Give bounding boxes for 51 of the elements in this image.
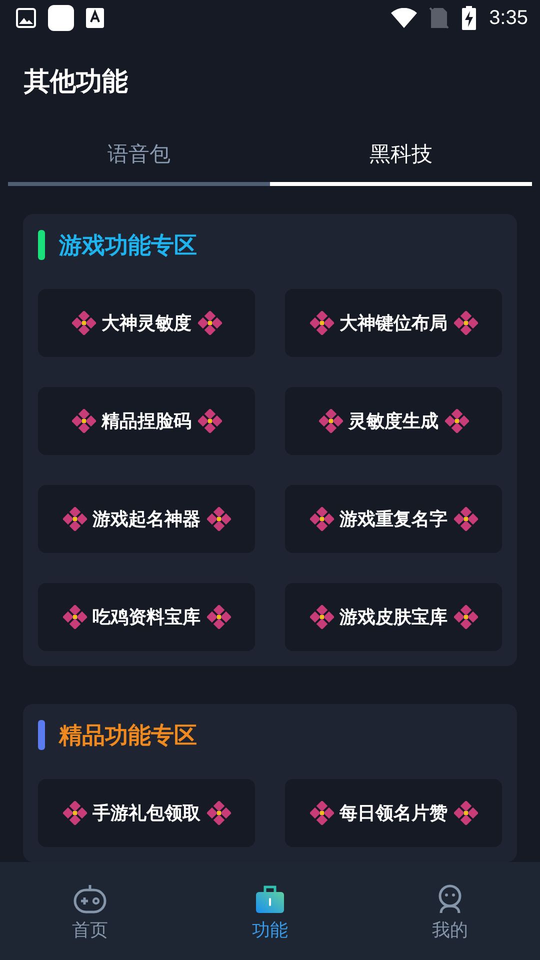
flower-icon bbox=[454, 311, 478, 335]
flower-icon bbox=[62, 605, 86, 629]
feature-button[interactable]: 手游礼包领取 bbox=[38, 779, 255, 847]
briefcase-icon bbox=[255, 884, 285, 914]
flower-icon bbox=[310, 311, 334, 335]
nav-item[interactable]: 功能 bbox=[180, 862, 360, 960]
feature-button[interactable]: 游戏重复名字 bbox=[285, 485, 502, 553]
flower-icon bbox=[206, 507, 230, 531]
feature-button[interactable]: 大神灵敏度 bbox=[38, 289, 255, 357]
feature-button[interactable]: 吃鸡资料宝库 bbox=[38, 583, 255, 651]
flower-icon bbox=[310, 801, 334, 825]
page-title: 其他功能 bbox=[23, 66, 129, 99]
nav-label: 功能 bbox=[252, 919, 288, 942]
flower-icon bbox=[454, 801, 478, 825]
square-icon bbox=[48, 5, 74, 31]
flower-icon bbox=[198, 409, 222, 433]
flower-icon bbox=[310, 605, 334, 629]
nav-label: 我的 bbox=[432, 919, 468, 942]
feature-button[interactable]: 每日领名片赞 bbox=[285, 779, 502, 847]
flower-icon bbox=[72, 409, 96, 433]
gamepad-icon bbox=[73, 884, 107, 914]
section-title: 游戏功能专区 bbox=[59, 232, 197, 260]
flower-icon bbox=[318, 409, 342, 433]
battery-charging-icon bbox=[461, 6, 478, 30]
flower-icon bbox=[62, 801, 86, 825]
no-sim-icon bbox=[429, 7, 450, 29]
flower-icon bbox=[62, 507, 86, 531]
feature-button[interactable]: 灵敏度生成 bbox=[285, 387, 502, 455]
flower-icon bbox=[444, 409, 468, 433]
section-title: 精品功能专区 bbox=[59, 722, 197, 750]
feature-button[interactable]: 游戏皮肤宝库 bbox=[285, 583, 502, 651]
image-icon bbox=[16, 8, 36, 28]
tab[interactable]: 语音包 bbox=[8, 128, 270, 186]
flower-icon bbox=[198, 311, 222, 335]
nav-item[interactable]: 首页 bbox=[0, 862, 180, 960]
person-icon bbox=[436, 884, 464, 914]
flower-icon bbox=[454, 605, 478, 629]
flower-icon bbox=[454, 507, 478, 531]
feature-button[interactable]: 大神键位布局 bbox=[285, 289, 502, 357]
feature-button[interactable]: 精品捏脸码 bbox=[38, 387, 255, 455]
flower-icon bbox=[206, 605, 230, 629]
tab[interactable]: 黑科技 bbox=[270, 128, 532, 186]
wifi-icon bbox=[391, 8, 418, 28]
flower-icon bbox=[206, 801, 230, 825]
font-icon bbox=[86, 8, 104, 28]
feature-button[interactable]: 游戏起名神器 bbox=[38, 485, 255, 553]
nav-item[interactable]: 我的 bbox=[360, 862, 540, 960]
clock-time: 3:35 bbox=[489, 6, 528, 30]
flower-icon bbox=[72, 311, 96, 335]
nav-label: 首页 bbox=[72, 919, 108, 942]
flower-icon bbox=[310, 507, 334, 531]
